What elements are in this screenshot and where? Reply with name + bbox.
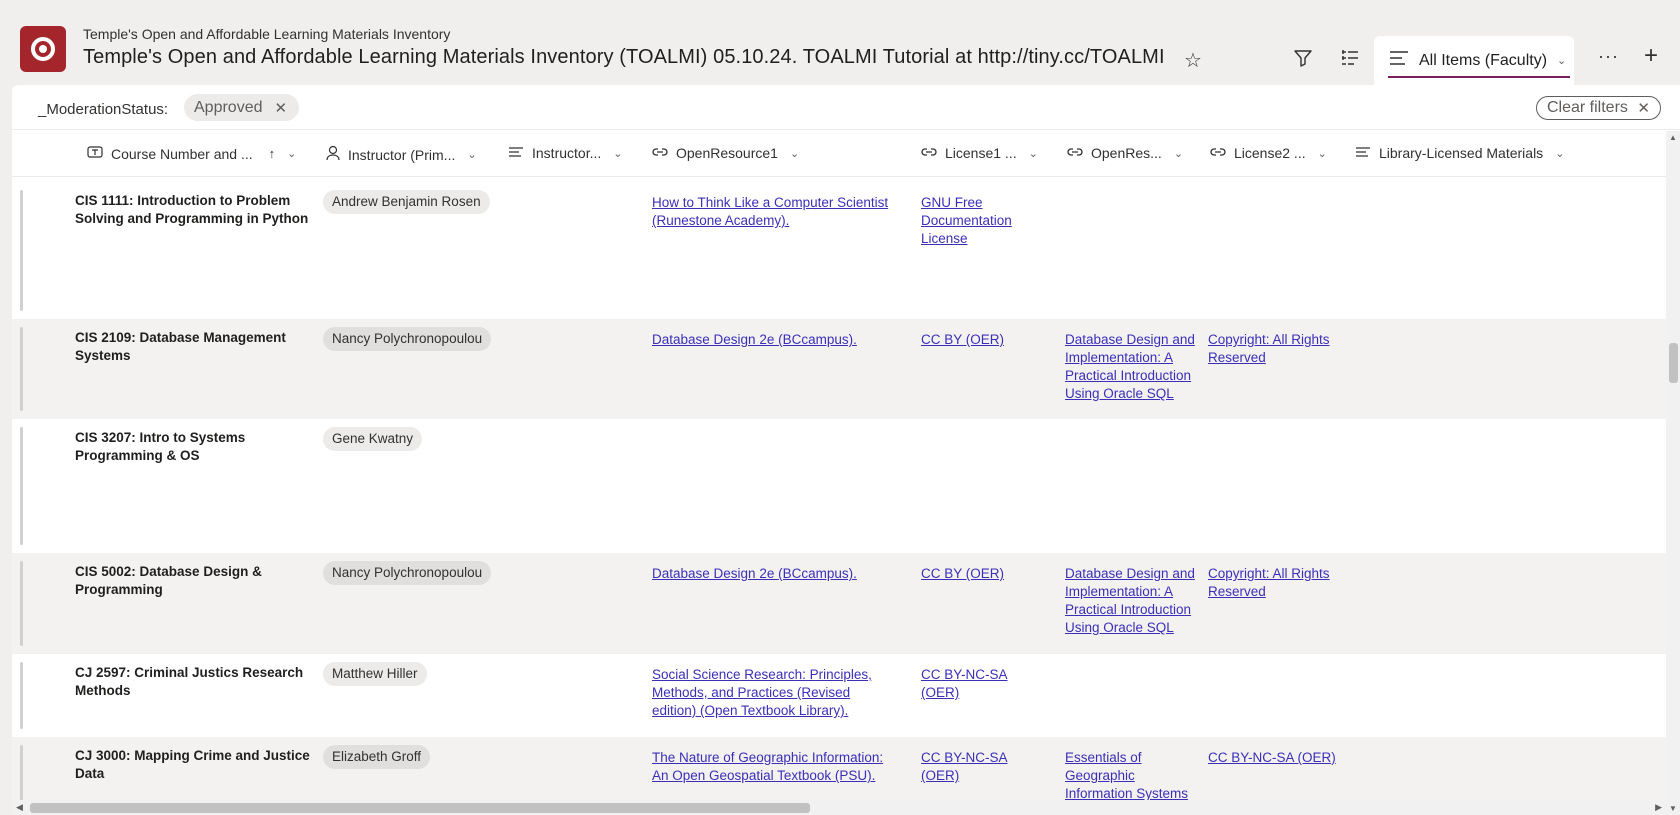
row-selection-bar[interactable]	[20, 662, 23, 729]
vertical-scroll-thumb[interactable]	[1669, 343, 1678, 383]
row-selection-bar[interactable]	[20, 745, 23, 802]
instructor-persona[interactable]: Elizabeth Groff	[323, 745, 431, 769]
text-field-icon	[87, 145, 103, 162]
chevron-down-icon: ⌄	[789, 147, 800, 160]
instructor-persona[interactable]: Matthew Hiller	[323, 662, 427, 686]
filter-field-label: _ModerationStatus:	[38, 101, 169, 118]
table-row[interactable]: CJ 3000: Mapping Crime and Justice Data …	[12, 737, 1666, 802]
license2-link[interactable]: Copyright: All Rights Reserved	[1208, 565, 1338, 601]
scroll-left-icon[interactable]: ◀	[16, 802, 23, 813]
table-row[interactable]: CJ 2597: Criminal Justics Research Metho…	[12, 654, 1666, 737]
column-header-instructor[interactable]: Instructor... ⌄	[508, 145, 622, 161]
list-title: Temple's Open and Affordable Learning Ma…	[83, 46, 1165, 68]
openresource1-link[interactable]: Social Science Research: Principles, Met…	[652, 666, 897, 720]
link-icon	[921, 145, 937, 161]
table-row[interactable]: CIS 5002: Database Design & Programming …	[12, 553, 1666, 654]
column-header-library-licensed[interactable]: Library-Licensed Materials ⌄	[1355, 145, 1564, 161]
row-selection-bar[interactable]	[20, 327, 23, 411]
clear-filters-label: Clear filters	[1547, 99, 1628, 116]
license1-link[interactable]: CC BY-NC-SA (OER)	[921, 749, 1046, 785]
chevron-down-icon: ⌄	[1555, 147, 1565, 160]
chevron-down-icon: ⌄	[1028, 147, 1038, 160]
chevron-down-icon: ⌄	[467, 149, 477, 161]
column-header-license2[interactable]: License2 ... ⌄	[1210, 145, 1327, 161]
lines-icon	[1355, 145, 1371, 161]
chevron-down-icon: ⌄	[1557, 55, 1567, 67]
close-icon: ✕	[1637, 100, 1650, 117]
site-name[interactable]: Temple's Open and Affordable Learning Ma…	[83, 26, 450, 42]
lines-icon	[508, 145, 524, 161]
table-row[interactable]: CIS 2109: Database Management Systems Na…	[12, 319, 1666, 419]
scroll-right-icon[interactable]: ▶	[1655, 802, 1662, 813]
column-header-openresource1[interactable]: OpenResource1 ⌄	[652, 145, 799, 161]
instructor-persona[interactable]: Gene Kwatny	[323, 427, 423, 451]
scroll-down-icon[interactable]: ▼	[1669, 804, 1677, 813]
table-row[interactable]: CIS 3207: Intro to Systems Programming &…	[12, 419, 1666, 553]
list-content: _ModerationStatus: Approved ✕ Clear filt…	[12, 85, 1680, 815]
license2-link[interactable]: CC BY-NC-SA (OER)	[1208, 749, 1338, 767]
openresource2-link[interactable]: Database Design and Implementation: A Pr…	[1065, 331, 1195, 403]
group-edit-icon[interactable]	[1339, 47, 1363, 71]
chevron-down-icon: ⌄	[287, 148, 297, 160]
link-icon	[652, 145, 668, 161]
license1-link[interactable]: GNU Free Documentation License	[921, 194, 1046, 248]
table-row[interactable]: CIS 1111: Introduction to Problem Solvin…	[12, 182, 1666, 319]
column-header-openresource2[interactable]: OpenRes... ⌄	[1067, 145, 1183, 161]
view-list-icon	[1389, 49, 1409, 72]
course-cell: CJ 3000: Mapping Crime and Justice Data	[75, 748, 310, 781]
instructor-persona[interactable]: Andrew Benjamin Rosen	[323, 190, 490, 214]
course-cell: CJ 2597: Criminal Justics Research Metho…	[75, 665, 304, 698]
openresource1-link[interactable]: Database Design 2e (BCcampus).	[652, 565, 897, 583]
star-icon[interactable]: ☆	[1184, 48, 1202, 73]
row-selection-bar[interactable]	[20, 427, 23, 545]
filter-value: Approved	[194, 98, 263, 116]
view-selector-tab[interactable]: All Items (Faculty) ⌄	[1374, 36, 1574, 86]
column-header-course[interactable]: Course Number and ... ↑ ⌄	[87, 145, 296, 162]
chevron-down-icon: ⌄	[1173, 147, 1184, 160]
column-header-instructor-primary[interactable]: Instructor (Prim... ⌄	[326, 145, 477, 164]
filter-pill[interactable]: Approved ✕	[184, 94, 300, 121]
column-header-row: Course Number and ... ↑ ⌄ Instructor (Pr…	[12, 131, 1666, 177]
vertical-scrollbar[interactable]: ▲ ▼	[1666, 131, 1680, 815]
filter-bar: _ModerationStatus: Approved ✕ Clear filt…	[12, 85, 1680, 130]
view-tab-underline	[1388, 76, 1570, 78]
horizontal-scrollbar[interactable]: ◀ ▶	[12, 800, 1666, 815]
view-name: All Items (Faculty)	[1419, 51, 1548, 69]
license1-link[interactable]: CC BY (OER)	[921, 565, 1046, 583]
more-icon[interactable]: ···	[1598, 46, 1619, 67]
plus-icon[interactable]: +	[1644, 42, 1658, 70]
openresource2-link[interactable]: Database Design and Implementation: A Pr…	[1065, 565, 1195, 637]
list-grid: CIS 1111: Introduction to Problem Solvin…	[12, 182, 1666, 802]
logo-ring-icon	[31, 37, 55, 61]
scroll-up-icon[interactable]: ▲	[1669, 133, 1677, 142]
course-cell: CIS 5002: Database Design & Programming	[75, 564, 262, 597]
person-icon	[326, 145, 340, 164]
remove-filter-icon[interactable]: ✕	[275, 99, 288, 117]
site-logo[interactable]	[20, 26, 66, 72]
openresource1-link[interactable]: Database Design 2e (BCcampus).	[652, 331, 897, 349]
sort-ascending-icon: ↑	[268, 146, 276, 161]
link-icon	[1210, 145, 1226, 161]
course-cell: CIS 1111: Introduction to Problem Solvin…	[75, 193, 309, 226]
course-cell: CIS 2109: Database Management Systems	[75, 330, 286, 363]
column-header-license1[interactable]: License1 ... ⌄	[921, 145, 1038, 161]
license2-link[interactable]: Copyright: All Rights Reserved	[1208, 331, 1338, 367]
horizontal-scroll-thumb[interactable]	[30, 803, 810, 813]
chevron-down-icon: ⌄	[1317, 147, 1327, 160]
license1-link[interactable]: CC BY-NC-SA (OER)	[921, 666, 1046, 702]
row-selection-bar[interactable]	[20, 561, 23, 646]
instructor-persona[interactable]: Nancy Polychronopoulou	[323, 327, 492, 351]
row-selection-bar[interactable]	[20, 190, 23, 311]
openresource1-link[interactable]: The Nature of Geographic Information: An…	[652, 749, 897, 785]
openresource2-link[interactable]: Essentials of Geographic Information Sys…	[1065, 749, 1195, 802]
course-cell: CIS 3207: Intro to Systems Programming &…	[75, 430, 246, 463]
filter-icon[interactable]	[1292, 47, 1316, 71]
instructor-persona[interactable]: Nancy Polychronopoulou	[323, 561, 492, 585]
license1-link[interactable]: CC BY (OER)	[921, 331, 1046, 349]
clear-filters-button[interactable]: Clear filters ✕	[1536, 96, 1661, 120]
openresource1-link[interactable]: How to Think Like a Computer Scientist (…	[652, 194, 897, 230]
link-icon	[1067, 145, 1083, 161]
chevron-down-icon: ⌄	[613, 147, 623, 160]
page-header: Temple's Open and Affordable Learning Ma…	[0, 0, 1680, 86]
